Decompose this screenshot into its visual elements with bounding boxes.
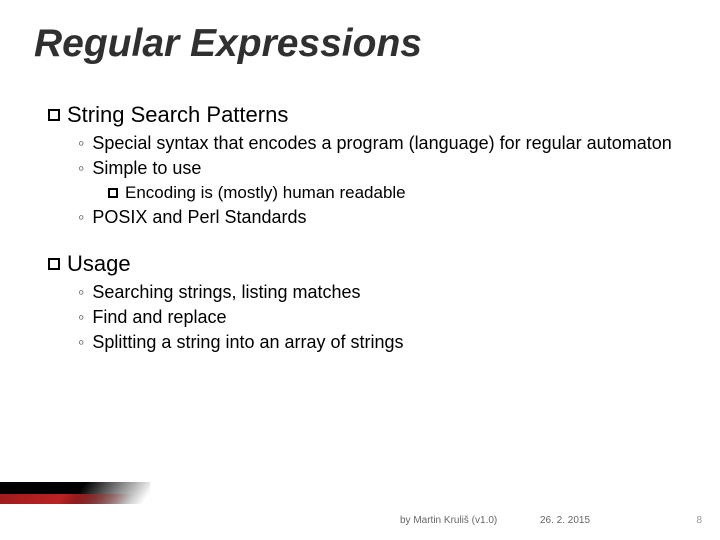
bullet-item: ◦ Searching strings, listing matches — [78, 280, 680, 305]
circle-bullet-icon: ◦ — [78, 132, 84, 155]
circle-bullet-icon: ◦ — [78, 331, 84, 354]
square-bullet-icon — [48, 109, 60, 121]
footer-date: 26. 2. 2015 — [540, 515, 590, 526]
section-heading: Usage — [48, 250, 680, 278]
bullet-item: ◦ POSIX and Perl Standards — [78, 205, 680, 230]
section-heading: String Search Patterns — [48, 101, 680, 129]
bullet-text: Searching strings, listing matches — [92, 282, 360, 302]
slide: Regular Expressions String Search Patter… — [0, 0, 720, 540]
circle-bullet-icon: ◦ — [78, 157, 84, 180]
circle-bullet-icon: ◦ — [78, 306, 84, 329]
footer-byline: by Martin Kruliš (v1.0) — [400, 515, 497, 526]
section-heading-text: String Search Patterns — [67, 102, 288, 127]
bullet-text: POSIX and Perl Standards — [92, 207, 306, 227]
bullet-text: Special syntax that encodes a program (l… — [92, 133, 671, 153]
square-bullet-icon — [48, 258, 60, 270]
bullet-item: ◦ Splitting a string into an array of str… — [78, 330, 680, 355]
bullet-item: ◦ Simple to use — [78, 156, 680, 181]
corner-decoration — [0, 480, 150, 504]
bullet-text: Find and replace — [92, 307, 226, 327]
page-number: 8 — [696, 515, 702, 526]
square-bullet-icon — [108, 188, 118, 198]
bullet-text: Splitting a string into an array of stri… — [92, 332, 403, 352]
circle-bullet-icon: ◦ — [78, 206, 84, 229]
sub-bullet-item: Encoding is (mostly) human readable — [108, 181, 680, 205]
section-heading-text: Usage — [67, 251, 131, 276]
bullet-item: ◦ Find and replace — [78, 305, 680, 330]
sub-bullet-text: Encoding is (mostly) human readable — [125, 183, 406, 202]
circle-bullet-icon: ◦ — [78, 281, 84, 304]
bullet-text: Simple to use — [92, 158, 201, 178]
bullet-item: ◦ Special syntax that encodes a program (… — [78, 131, 680, 156]
slide-title: Regular Expressions — [34, 22, 422, 66]
slide-body: String Search Patterns ◦ Special syntax t… — [48, 95, 680, 355]
